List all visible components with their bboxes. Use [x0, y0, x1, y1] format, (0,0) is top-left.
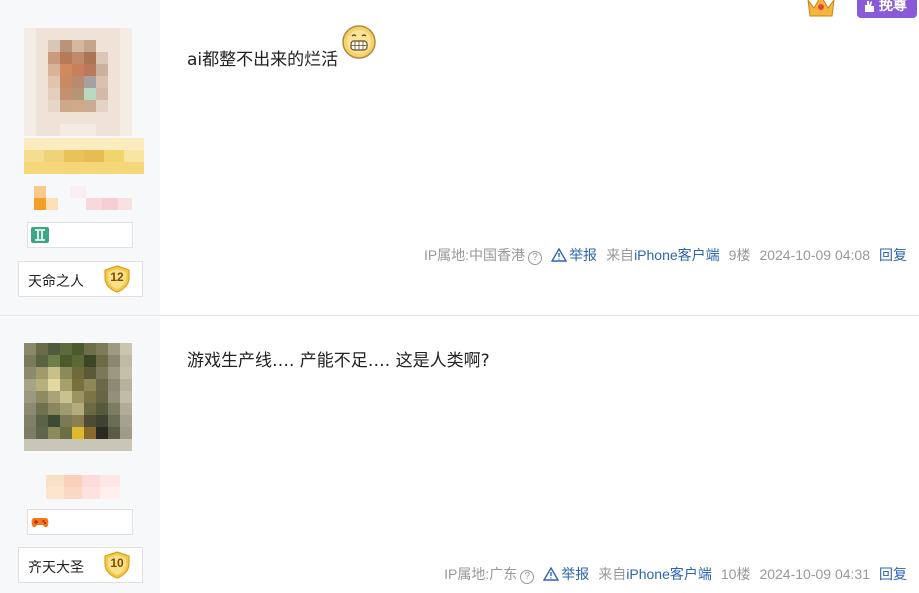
username-banner[interactable]: [24, 138, 144, 174]
question-icon[interactable]: ?: [520, 570, 535, 584]
level-title: 齐天大圣: [28, 560, 84, 576]
report-label: 举报: [569, 247, 598, 263]
level-badge[interactable]: 天命之人 12: [18, 261, 143, 297]
hand-icon: [865, 1, 874, 12]
level-number: 10: [110, 556, 124, 570]
client-source: 来自iPhone客户端: [598, 566, 712, 582]
floor-number: 9楼: [728, 247, 751, 263]
gamepad-icon[interactable]: [31, 514, 49, 530]
username-text[interactable]: [34, 186, 134, 210]
user-icon-box: [27, 222, 133, 248]
username-text[interactable]: [46, 475, 122, 499]
crown-icon[interactable]: [805, 0, 837, 18]
level-shield-icon: 10: [103, 551, 131, 579]
post-time: 2024-10-09 04:08: [759, 247, 870, 263]
user-sidebar: 天命之人 12: [0, 0, 160, 315]
report-link[interactable]: 举报: [543, 564, 589, 584]
reply-button[interactable]: 回复: [879, 245, 907, 265]
level-title: 天命之人: [28, 274, 84, 290]
warning-icon: [543, 567, 560, 581]
level-number: 12: [110, 270, 124, 284]
warning-icon: [551, 248, 568, 262]
ip-location: IP属地:中国香港?: [424, 245, 543, 265]
smile-emoji-icon: [342, 25, 376, 59]
avatar[interactable]: [24, 28, 132, 136]
gemini-sign-icon[interactable]: [31, 227, 49, 243]
post-content: 游戏生产线…. 产能不足…. 这是人类啊?: [187, 351, 490, 371]
user-sidebar: 齐天大圣 10: [0, 317, 160, 593]
post-meta: IP属地:广东? 举报 来自iPhone客户端 10楼 2024-10-09 0…: [444, 564, 907, 584]
post-floor-9: 天命之人 12 ai都整不出来的烂活 IP属地:中国香港? 举报 来自iPhon…: [0, 0, 919, 316]
ip-location: IP属地:广东?: [444, 564, 535, 584]
client-link[interactable]: iPhone客户端: [634, 247, 720, 263]
post-floor-10: 齐天大圣 10 游戏生产线…. 产能不足…. 这是人类啊? IP属地:广东? 举…: [0, 317, 919, 593]
top-actions: 挽尊: [791, 0, 919, 22]
avatar[interactable]: [24, 343, 132, 451]
report-link[interactable]: 举报: [551, 245, 597, 265]
user-icon-box: [27, 509, 133, 535]
client-link[interactable]: iPhone客户端: [626, 566, 712, 582]
client-source: 来自iPhone客户端: [606, 247, 720, 263]
level-badge[interactable]: 齐天大圣 10: [18, 547, 143, 583]
floor-number: 10楼: [720, 566, 751, 582]
post-content: ai都整不出来的烂活: [187, 50, 339, 70]
post-meta: IP属地:中国香港? 举报 来自iPhone客户端 9楼 2024-10-09 …: [424, 245, 907, 265]
question-icon[interactable]: ?: [528, 251, 543, 265]
support-button[interactable]: 挽尊: [857, 0, 917, 18]
report-label: 举报: [561, 566, 590, 582]
post-time: 2024-10-09 04:31: [759, 566, 870, 582]
level-shield-icon: 12: [103, 265, 131, 293]
reply-button[interactable]: 回复: [879, 564, 907, 584]
